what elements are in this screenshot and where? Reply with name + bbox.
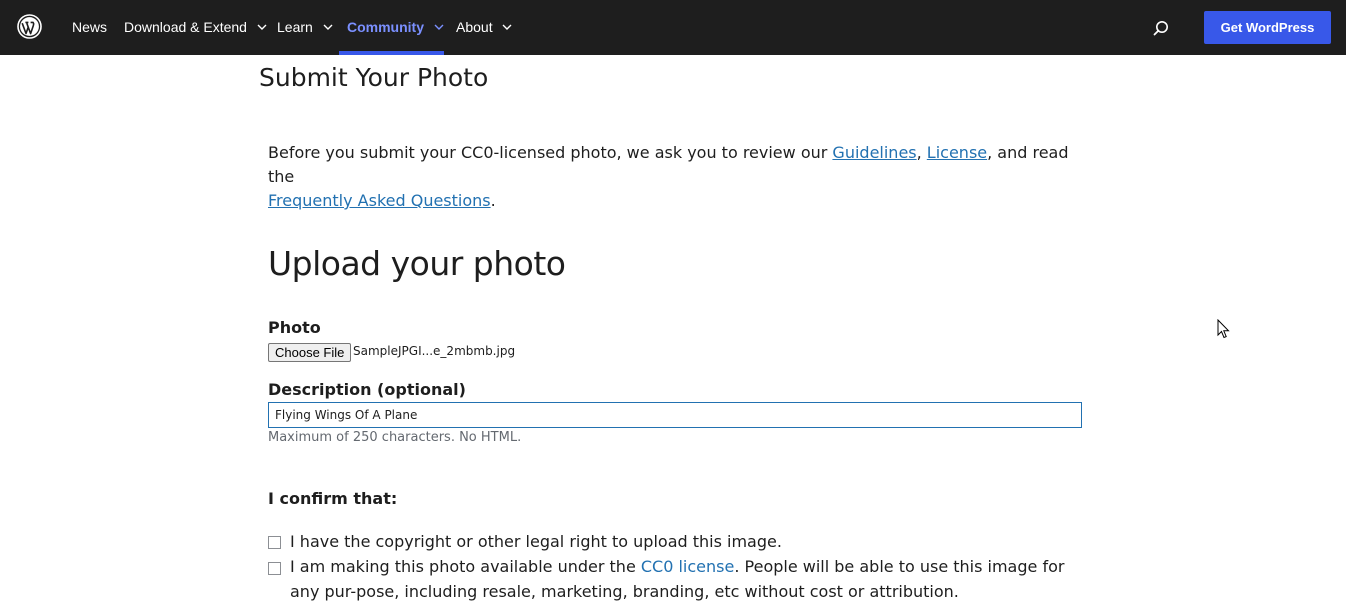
nav-item-label: Community [347, 19, 424, 35]
nav-item-label: Learn [277, 19, 313, 35]
copyright-checkbox[interactable] [268, 536, 281, 549]
nav-item-download-extend[interactable]: Download & Extend [124, 0, 267, 55]
intro-text: Before you submit your CC0-licensed phot… [268, 143, 833, 162]
mouse-cursor-icon [1217, 319, 1230, 339]
chevron-down-icon [257, 24, 267, 31]
global-header: News Download & Extend Learn Community A… [0, 0, 1346, 55]
chevron-down-icon [502, 24, 512, 31]
nav-item-community[interactable]: Community [347, 0, 444, 55]
intro-text: . [490, 191, 496, 210]
confirm-heading: I confirm that: [268, 489, 398, 508]
description-label: Description (optional) [268, 380, 466, 399]
cc0-license-checkbox[interactable] [268, 562, 281, 575]
get-wordpress-button[interactable]: Get WordPress [1204, 11, 1331, 44]
nav-item-label: About [456, 19, 493, 35]
nav-item-learn[interactable]: Learn [277, 0, 333, 55]
license-link[interactable]: License [927, 143, 987, 162]
intro-text: , [916, 143, 927, 162]
faq-link[interactable]: Frequently Asked Questions [268, 191, 491, 210]
photo-label: Photo [268, 318, 321, 337]
chevron-down-icon [434, 24, 444, 31]
copyright-confirm-label: I have the copyright or other legal righ… [290, 532, 782, 551]
selected-file-name: SampleJPGI...e_2mbmb.jpg [353, 344, 516, 358]
choose-file-button[interactable]: Choose File [268, 343, 352, 362]
cc0-confirm-text: I am making this photo available under t… [290, 557, 641, 576]
active-nav-indicator [339, 51, 444, 55]
cc0-license-link[interactable]: CC0 license [641, 557, 734, 576]
search-icon[interactable] [1152, 19, 1170, 37]
guidelines-link[interactable]: Guidelines [832, 143, 916, 162]
page-title: Submit Your Photo [259, 63, 489, 92]
intro-paragraph: Before you submit your CC0-licensed phot… [268, 141, 1088, 213]
nav-item-label: News [72, 19, 108, 35]
description-input[interactable] [268, 402, 1082, 428]
chevron-down-icon [323, 24, 333, 31]
nav-item-label: Download & Extend [124, 19, 247, 35]
upload-heading: Upload your photo [268, 244, 566, 283]
wordpress-logo-icon[interactable] [17, 14, 42, 39]
nav-item-about[interactable]: About [456, 0, 512, 55]
description-help-text: Maximum of 250 characters. No HTML. [268, 430, 522, 445]
nav-item-news[interactable]: News [72, 0, 107, 55]
